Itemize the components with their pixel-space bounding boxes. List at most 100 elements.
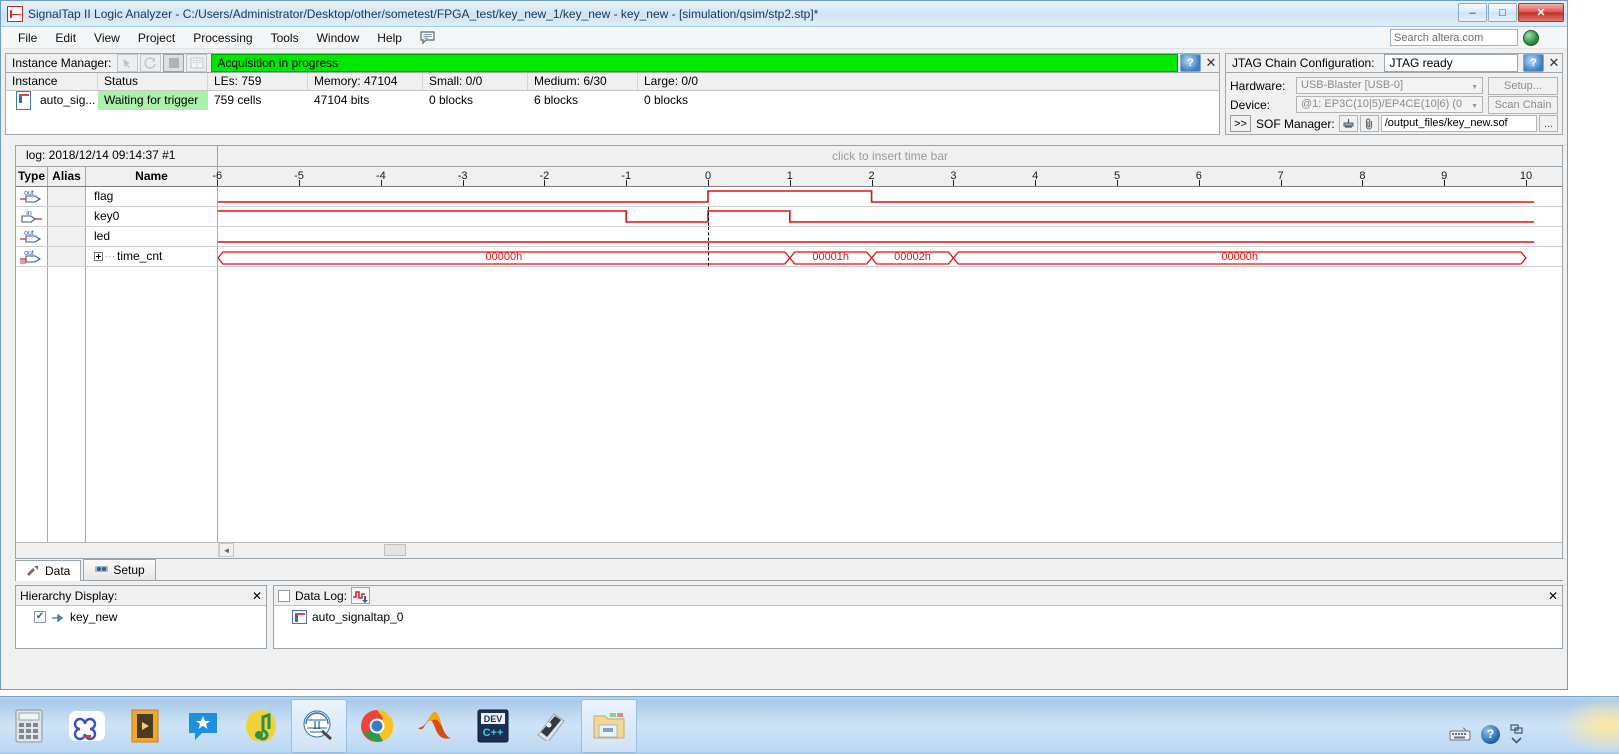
minimize-button[interactable]: – <box>1458 3 1487 22</box>
instance-help-button[interactable]: ? <box>1180 54 1201 72</box>
waveform-hscrollbar[interactable]: ◄ <box>16 542 1562 558</box>
menu-help[interactable]: Help <box>368 29 411 47</box>
menu-edit[interactable]: Edit <box>46 29 85 47</box>
data-log-item[interactable]: auto_signaltap_0 <box>274 606 1562 624</box>
tab-data[interactable]: Data <box>15 560 82 581</box>
data-tab-icon <box>26 564 41 579</box>
col-instance: Instance <box>6 73 98 90</box>
taskbar-item-dev-cpp[interactable]: DEV C++ <box>465 699 521 753</box>
hierarchy-item-key-new[interactable]: ✔ key_new <box>16 606 266 624</box>
data-log-checkbox[interactable] <box>278 589 290 602</box>
device-select[interactable]: @1: EP3C(10|5)/EP4CE(10|6) (0 <box>1296 96 1483 113</box>
autorun-analysis-button[interactable] <box>140 54 162 72</box>
instance-icon <box>16 91 31 110</box>
hardware-row: Hardware: USB-Blaster [USB-0] Setup... <box>1230 76 1558 95</box>
time-ruler[interactable]: -6 -5 -4 -3 -2 -1 0 1 2 3 4 5 6 7 8 9 10 <box>212 167 1562 186</box>
hscroll-left-arrow[interactable]: ◄ <box>219 543 234 557</box>
keyboard-icon[interactable] <box>1449 727 1471 742</box>
data-log-icon[interactable] <box>351 587 371 604</box>
instance-table-header: Instance Status LEs: 759 Memory: 47104 S… <box>6 73 1219 91</box>
setup-button[interactable]: Setup... <box>1488 76 1558 95</box>
menu-processing[interactable]: Processing <box>184 29 261 47</box>
taskbar-item-cloud-app[interactable] <box>59 699 115 753</box>
maximize-button[interactable]: □ <box>1488 3 1517 22</box>
taskbar-item-calculator[interactable] <box>1 699 57 753</box>
close-button[interactable]: ✕ <box>1518 3 1564 22</box>
signal-alias[interactable] <box>48 187 86 206</box>
globe-icon[interactable] <box>1523 29 1539 46</box>
menu-file[interactable]: File <box>9 29 46 47</box>
signal-waveform[interactable] <box>218 207 1562 226</box>
menu-tools[interactable]: Tools <box>262 29 308 47</box>
hscroll-track[interactable]: ◄ <box>218 543 1562 558</box>
taskbar-item-music-player[interactable] <box>233 699 289 753</box>
sof-path-field[interactable]: /output_files/key_new.sof <box>1380 115 1537 132</box>
sof-expand-button[interactable]: >> <box>1230 115 1251 132</box>
note-icon[interactable] <box>419 30 436 45</box>
waveform-empty-area <box>16 267 1562 542</box>
signal-waveform[interactable] <box>218 187 1562 206</box>
cell-large: 0 blocks <box>644 93 689 107</box>
signal-alias[interactable] <box>48 227 86 246</box>
trigger-time-bar[interactable] <box>708 207 709 226</box>
col-status: Status <box>98 73 208 90</box>
signal-name[interactable]: key0 <box>86 207 218 226</box>
hierarchy-close-button[interactable]: ✕ <box>252 589 262 603</box>
cell-medium: 6 blocks <box>534 93 579 107</box>
taskbar-item-star-messenger[interactable] <box>175 699 231 753</box>
digital-trace <box>218 210 1534 223</box>
trigger-time-bar[interactable] <box>708 247 709 266</box>
time-tick-mark <box>1035 180 1037 186</box>
menu-project[interactable]: Project <box>129 29 184 47</box>
program-device-icon[interactable] <box>1338 115 1358 132</box>
jtag-help-button[interactable]: ? <box>1523 54 1544 72</box>
show-hidden-icons[interactable] <box>1510 724 1523 744</box>
read-data-button[interactable] <box>186 54 208 72</box>
signal-type-icon: in <box>16 207 48 226</box>
taskbar-item-ebook-reader[interactable] <box>117 699 173 753</box>
menu-view[interactable]: View <box>85 29 129 47</box>
bus-value-label: 00002h <box>894 251 931 263</box>
taskbar-item-google-chrome[interactable] <box>349 699 405 753</box>
taskbar-item-signaltap-quartus[interactable]: II <box>291 698 347 753</box>
signal-name-label: flag <box>94 189 114 203</box>
tab-setup[interactable]: Setup <box>83 559 156 580</box>
signal-waveform[interactable] <box>218 227 1562 246</box>
signal-row[interactable]: out ··· time_cnt 00000h 00001h 00002h 00000h <box>16 247 1562 267</box>
clock-area[interactable] <box>1559 696 1619 754</box>
hardware-select[interactable]: USB-Blaster [USB-0] <box>1296 77 1483 94</box>
header-type: Type <box>16 167 48 186</box>
expand-bus-icon[interactable] <box>94 252 103 261</box>
sof-browse-button[interactable]: ... <box>1539 115 1558 132</box>
taskbar: II DEV C++ ? <box>0 696 1619 754</box>
menu-window[interactable]: Window <box>308 29 369 47</box>
stop-analysis-button[interactable] <box>163 54 185 72</box>
bottom-tab-bar: Data Setup <box>15 559 1563 581</box>
signal-row[interactable]: out flag <box>16 187 1562 207</box>
attach-sof-icon[interactable] <box>1359 115 1379 132</box>
signal-name[interactable]: flag <box>86 187 218 206</box>
search-input[interactable]: Search altera.com <box>1390 29 1518 46</box>
signal-row[interactable]: in key0 <box>16 207 1562 227</box>
taskbar-item-file-explorer[interactable] <box>581 698 637 753</box>
scan-chain-button[interactable]: Scan Chain <box>1488 95 1558 114</box>
signal-name[interactable]: ··· time_cnt <box>86 247 218 266</box>
taskbar-item-notes-app[interactable] <box>523 699 579 753</box>
taskbar-item-matlab[interactable] <box>407 699 463 753</box>
run-analysis-button[interactable] <box>117 54 139 72</box>
signal-waveform[interactable]: 00000h 00001h 00002h 00000h <box>218 247 1562 266</box>
jtag-close-button[interactable]: ✕ <box>1546 54 1562 72</box>
signal-name[interactable]: led <box>86 227 218 246</box>
help-icon[interactable]: ? <box>1481 724 1500 744</box>
table-row[interactable]: auto_sig... Waiting for trigger 759 cell… <box>6 91 1219 110</box>
trigger-time-bar[interactable] <box>708 227 709 246</box>
signal-alias[interactable] <box>48 247 86 266</box>
instance-close-button[interactable]: ✕ <box>1203 54 1219 72</box>
signal-row[interactable]: out led <box>16 227 1562 247</box>
hierarchy-checkbox[interactable]: ✔ <box>34 611 46 623</box>
tree-connector: ··· <box>105 251 115 262</box>
hscroll-thumb[interactable] <box>384 544 406 556</box>
signal-alias[interactable] <box>48 207 86 226</box>
insert-time-bar-hint[interactable]: click to insert time bar <box>218 146 1562 166</box>
data-log-close-button[interactable]: ✕ <box>1548 589 1558 603</box>
